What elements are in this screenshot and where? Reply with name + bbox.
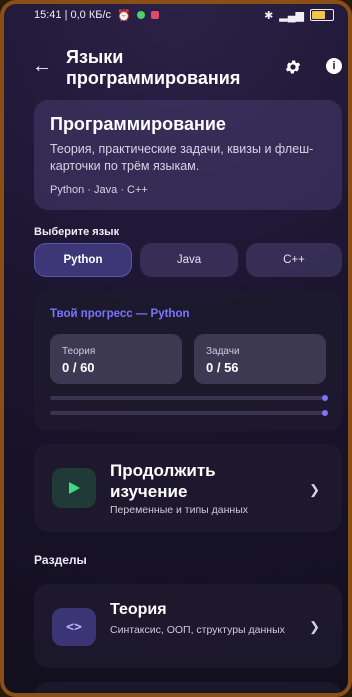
progress-card: Твой прогресс — Python Теория 0 / 60 Зад… [34, 291, 342, 431]
chevron-right-icon: ❯ [309, 619, 320, 634]
app-header: ← Языки программирования i [4, 44, 348, 88]
back-arrow-icon[interactable]: ← [32, 56, 52, 76]
phone-screen: 15:41 | 0,0 КБ/с ⏰ ✱ ▂▄▆ ← Языки програм… [0, 0, 352, 697]
status-right: ✱ ▂▄▆ [264, 9, 334, 22]
continue-subtitle: Переменные и типы данных [110, 504, 248, 516]
section-item-next[interactable] [34, 682, 342, 693]
language-selector: Python Java C++ [34, 243, 342, 277]
section-title: Теория [110, 601, 167, 618]
alarm-icon: ⏰ [117, 9, 131, 22]
tasks-progress-bar [50, 410, 328, 416]
sections-label: Разделы [34, 553, 87, 567]
intro-card: Программирование Теория, практические за… [34, 100, 342, 210]
info-icon[interactable]: i [326, 58, 342, 74]
status-left: 15:41 | 0,0 КБ/с ⏰ [34, 9, 159, 22]
intro-languages: Python · Java · C++ [50, 184, 148, 196]
code-icon: <> [52, 608, 96, 646]
gear-icon[interactable] [284, 58, 302, 76]
tasks-stat-label: Задачи [206, 346, 240, 357]
status-bar: 15:41 | 0,0 КБ/с ⏰ ✱ ▂▄▆ [4, 4, 348, 26]
theory-stat: Теория 0 / 60 [50, 334, 182, 384]
theory-stat-label: Теория [62, 346, 96, 357]
theory-progress-bar [50, 395, 328, 401]
section-subtitle: Синтаксис, ООП, структуры данных [110, 624, 285, 636]
language-option-java[interactable]: Java [140, 243, 238, 277]
play-icon [52, 468, 96, 508]
tasks-stat-value: 0 / 56 [206, 360, 239, 375]
page-title: Языки программирования [66, 47, 241, 88]
status-time: 15:41 | 0,0 КБ/с [34, 9, 112, 21]
progress-title: Твой прогресс — Python [50, 308, 190, 320]
chevron-right-icon: ❯ [309, 482, 320, 497]
language-option-python[interactable]: Python [34, 243, 132, 277]
section-item-theory[interactable]: <> Теория Синтаксис, ООП, структуры данн… [34, 584, 342, 668]
app-notification-icon [150, 11, 159, 19]
intro-title: Программирование [50, 114, 226, 134]
bluetooth-icon: ✱ [264, 9, 274, 22]
tasks-stat: Задачи 0 / 56 [194, 334, 326, 384]
language-option-cpp[interactable]: C++ [246, 243, 342, 277]
continue-learning-card[interactable]: Продолжить изучение Переменные и типы да… [34, 444, 342, 532]
theory-stat-value: 0 / 60 [62, 360, 95, 375]
language-select-label: Выберите язык [34, 226, 120, 238]
battery-icon [310, 9, 334, 21]
continue-title: Продолжить изучение [110, 461, 216, 501]
shield-icon [136, 11, 145, 19]
intro-description: Теория, практические задачи, квизы и фле… [50, 142, 314, 173]
signal-icon: ▂▄▆ [279, 9, 304, 22]
